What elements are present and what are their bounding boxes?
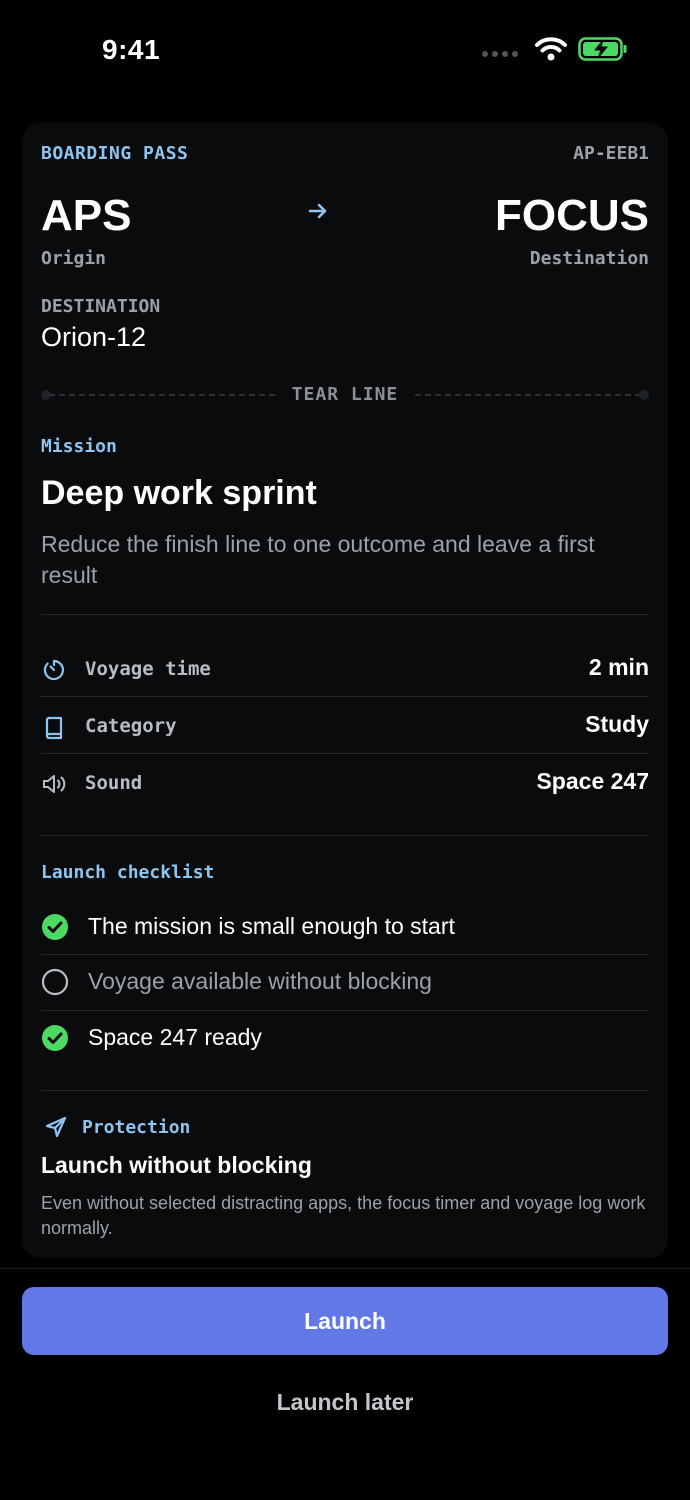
detail-row-sound: Sound Space 247 bbox=[41, 755, 649, 812]
mission-label: Mission bbox=[41, 436, 117, 457]
tear-line: TEAR LINE bbox=[41, 382, 649, 408]
origin-code: APS bbox=[41, 191, 132, 240]
empty-circle-icon bbox=[41, 968, 69, 996]
checklist-item-text: The mission is small enough to start bbox=[88, 913, 455, 939]
status-bar: 9:41 bbox=[0, 0, 690, 100]
detail-value: Study bbox=[585, 711, 649, 737]
detail-label: Category bbox=[85, 715, 177, 737]
checklist-item[interactable]: The mission is small enough to start bbox=[41, 900, 649, 955]
detail-label: Voyage time bbox=[85, 658, 211, 680]
destination-label: Destination bbox=[529, 248, 649, 269]
paper-plane-icon bbox=[45, 1116, 67, 1138]
protection-title: Launch without blocking bbox=[41, 1152, 312, 1178]
status-icons bbox=[482, 36, 628, 62]
speaker-icon bbox=[43, 775, 66, 793]
launch-later-button[interactable]: Launch later bbox=[22, 1380, 668, 1424]
book-icon bbox=[45, 716, 63, 740]
detail-value: 2 min bbox=[588, 654, 649, 680]
wifi-icon bbox=[535, 37, 567, 61]
checklist-item-text: Voyage available without blocking bbox=[88, 968, 432, 994]
signal-dots-icon bbox=[482, 51, 518, 57]
checklist-item-text: Space 247 ready bbox=[88, 1024, 262, 1050]
battery-charging-icon bbox=[578, 37, 627, 61]
divider bbox=[41, 696, 649, 697]
timer-icon bbox=[43, 659, 64, 681]
status-time: 9:41 bbox=[102, 34, 161, 65]
arrow-right-icon bbox=[308, 203, 327, 219]
detail-row-category: Category Study bbox=[41, 698, 649, 755]
check-circle-icon bbox=[42, 914, 68, 940]
divider bbox=[41, 835, 649, 836]
check-circle-icon bbox=[42, 1025, 68, 1051]
checklist-item[interactable]: Voyage available without blocking bbox=[41, 955, 649, 1010]
mission-description: Reduce the finish line to one outcome an… bbox=[41, 531, 595, 588]
detail-label: Sound bbox=[85, 772, 143, 794]
divider bbox=[41, 753, 649, 754]
boarding-pass-code: AP-EEB1 bbox=[573, 143, 649, 164]
launch-button[interactable]: Launch bbox=[22, 1287, 668, 1355]
divider bbox=[41, 1090, 649, 1091]
destination-heading: DESTINATION bbox=[41, 296, 161, 317]
destination-value: Orion-12 bbox=[41, 322, 147, 352]
destination-code: FOCUS bbox=[495, 191, 649, 240]
mission-title: Deep work sprint bbox=[41, 474, 317, 512]
boarding-pass-card: BOARDING PASS AP-EEB1 APS FOCUS Origin D… bbox=[22, 123, 668, 1258]
detail-value: Space 247 bbox=[536, 768, 649, 794]
detail-row-voyage-time: Voyage time 2 min bbox=[41, 641, 649, 698]
divider bbox=[41, 614, 649, 615]
origin-label: Origin bbox=[41, 248, 107, 269]
protection-description: Even without selected distracting apps, … bbox=[41, 1193, 646, 1238]
footer-divider bbox=[0, 1268, 690, 1269]
protection-label: Protection bbox=[82, 1117, 191, 1138]
boarding-pass-label: BOARDING PASS bbox=[41, 143, 189, 164]
checklist-item[interactable]: Space 247 ready bbox=[41, 1011, 649, 1066]
checklist-label: Launch checklist bbox=[41, 862, 215, 883]
